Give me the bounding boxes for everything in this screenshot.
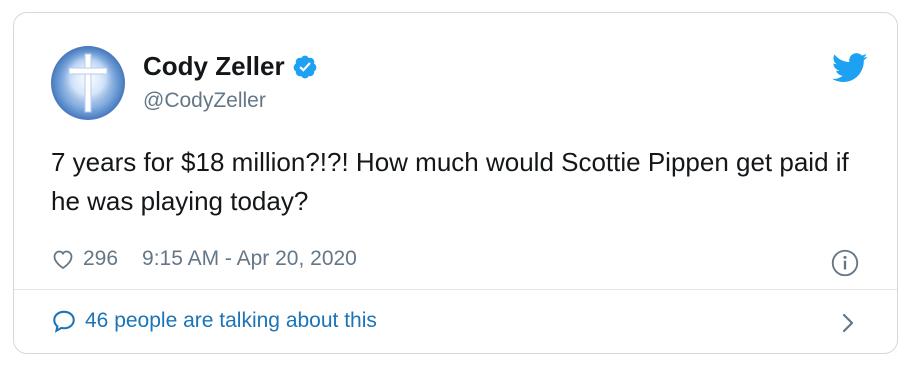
tweet-timestamp[interactable]: 9:15 AM - Apr 20, 2020 [142,247,357,271]
tweet-meta: 296 9:15 AM - Apr 20, 2020 [51,247,357,271]
twitter-bird-icon[interactable] [832,53,868,83]
chevron-right-icon[interactable] [839,311,857,335]
speech-bubble-icon [53,310,75,333]
author-name-row[interactable]: Cody Zeller [143,51,318,82]
tweet-card[interactable]: Cody Zeller @CodyZeller 7 years for $18 … [13,12,898,354]
divider [14,289,897,290]
conversation-link[interactable]: 46 people are talking about this [51,308,377,334]
cross-avatar-icon [58,50,118,113]
verified-badge-icon [293,55,316,78]
author-handle[interactable]: @CodyZeller [143,89,266,113]
tweet-text: 7 years for $18 million?!?! How much wou… [51,147,849,216]
like-count[interactable]: 296 [83,247,118,271]
conversation-label[interactable]: 46 people are talking about this [85,309,377,333]
info-icon[interactable] [831,249,859,277]
heart-icon[interactable] [51,247,75,271]
author-name[interactable]: Cody Zeller [143,51,285,82]
avatar[interactable] [51,46,125,120]
